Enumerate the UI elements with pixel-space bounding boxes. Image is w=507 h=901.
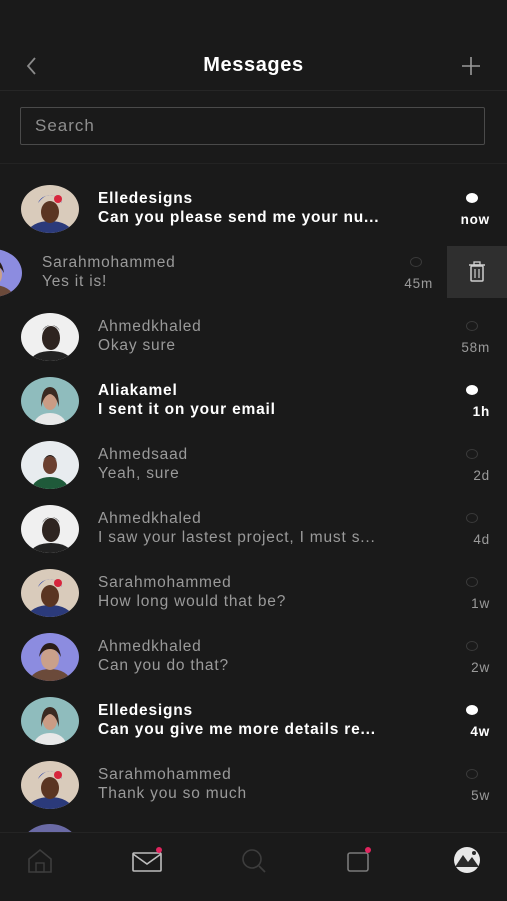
message-preview: I sent it on your email: [98, 401, 276, 418]
message-preview: How long would that be?: [98, 593, 287, 610]
timestamp: 4w: [470, 724, 490, 739]
avatar: [21, 313, 79, 361]
avatar-photo: [21, 377, 79, 425]
contact-name: Sarahmohammed: [98, 574, 232, 591]
avatar: [21, 697, 79, 745]
unread-indicator: [466, 193, 478, 203]
avatar: [21, 505, 79, 553]
avatar-photo: [0, 249, 22, 297]
home-icon[interactable]: [22, 845, 58, 875]
avatar-photo: [21, 505, 79, 553]
message-preview: Thank you so much: [98, 785, 247, 802]
avatar-photo: [21, 441, 79, 489]
mail-notification-badge: [156, 847, 162, 853]
avatar-photo: [21, 824, 79, 832]
timestamp: 58m: [461, 340, 490, 355]
conversation-row[interactable]: Aliakamel I sent it on your email 1h: [0, 371, 507, 435]
delete-button[interactable]: [447, 246, 507, 298]
contact-name: Elledesigns: [98, 702, 193, 719]
trash-icon: [469, 261, 485, 282]
timestamp: 1h: [472, 404, 490, 419]
timestamp: now: [460, 212, 490, 227]
contact-name: Elledesigns: [98, 190, 193, 207]
avatar: [0, 249, 22, 297]
bottom-tab-bar: [0, 832, 507, 901]
avatar-photo: [21, 633, 79, 681]
contact-name: Sarahmohammed: [98, 766, 232, 783]
conversation-row[interactable]: Elledesigns Can you give me more details…: [0, 691, 507, 755]
message-preview: I saw your lastest project, I must s...: [98, 529, 376, 546]
search-input[interactable]: [35, 108, 465, 144]
avatar: [21, 761, 79, 809]
conversation-list[interactable]: Elledesigns Can you please send me your …: [0, 176, 507, 832]
contact-name: Sarahmohammed: [42, 254, 176, 271]
contact-name: Ahmedkhaled: [98, 510, 202, 527]
profile-avatar-icon[interactable]: [449, 845, 485, 875]
unread-indicator: [466, 705, 478, 715]
plus-icon[interactable]: [458, 53, 484, 79]
contact-name: Ahmedsaad: [98, 446, 188, 463]
avatar: [21, 569, 79, 617]
notifications-badge: [365, 847, 371, 853]
contact-name: Ahmedkhaled: [98, 638, 202, 655]
read-indicator: [410, 257, 422, 267]
conversation-row[interactable]: Sarahmohammed Yes it is! 45m: [0, 243, 507, 307]
message-preview: Can you do that?: [98, 657, 229, 674]
timestamp: 45m: [404, 276, 433, 291]
page-title: Messages: [203, 54, 304, 76]
timestamp: 4d: [473, 532, 490, 547]
contact-name: Aliakamel: [98, 382, 178, 399]
message-preview: Okay sure: [98, 337, 176, 354]
conversation-row[interactable]: Ahmedkhaled Okay sure 58m: [0, 307, 507, 371]
conversation-row[interactable]: Elledesigns Can you please send me your …: [0, 179, 507, 243]
avatar-photo: [21, 185, 79, 233]
unread-indicator: [466, 385, 478, 395]
read-indicator: [466, 449, 478, 459]
search-icon[interactable]: [236, 845, 272, 875]
timestamp: 1w: [471, 596, 490, 611]
divider: [0, 163, 507, 164]
top-navigation-bar: Messages: [0, 0, 507, 91]
conversation-row[interactable]: Ahmedsaad Yeah, sure 2d: [0, 435, 507, 499]
avatar: [21, 377, 79, 425]
conversation-row[interactable]: Ahmedkhaled Can you do that? 2w: [0, 627, 507, 691]
avatar-photo: [21, 697, 79, 745]
conversation-row[interactable]: Sarahmohammed How long would that be? 1w: [0, 563, 507, 627]
read-indicator: [466, 321, 478, 331]
contact-name: Ahmedkhaled: [98, 318, 202, 335]
timestamp: 2d: [473, 468, 490, 483]
avatar: [21, 185, 79, 233]
avatar-photo: [21, 761, 79, 809]
message-preview: Can you give me more details re...: [98, 721, 376, 738]
message-preview: Yeah, sure: [98, 465, 180, 482]
avatar-photo: [21, 313, 79, 361]
conversation-row[interactable]: Ahmedkhaled I saw your lastest project, …: [0, 499, 507, 563]
timestamp: 2w: [471, 660, 490, 675]
avatar: [21, 824, 79, 832]
read-indicator: [466, 769, 478, 779]
avatar: [21, 633, 79, 681]
timestamp: 5w: [471, 788, 490, 803]
avatar: [21, 441, 79, 489]
read-indicator: [466, 513, 478, 523]
read-indicator: [466, 577, 478, 587]
conversation-row[interactable]: Sarahmohammed Thank you so much 5w: [0, 755, 507, 819]
notifications-icon[interactable]: [341, 845, 377, 875]
avatar-photo: [21, 569, 79, 617]
search-field[interactable]: [20, 107, 485, 145]
message-preview: Can you please send me your nu...: [98, 209, 380, 226]
message-preview: Yes it is!: [42, 273, 108, 290]
read-indicator: [466, 641, 478, 651]
